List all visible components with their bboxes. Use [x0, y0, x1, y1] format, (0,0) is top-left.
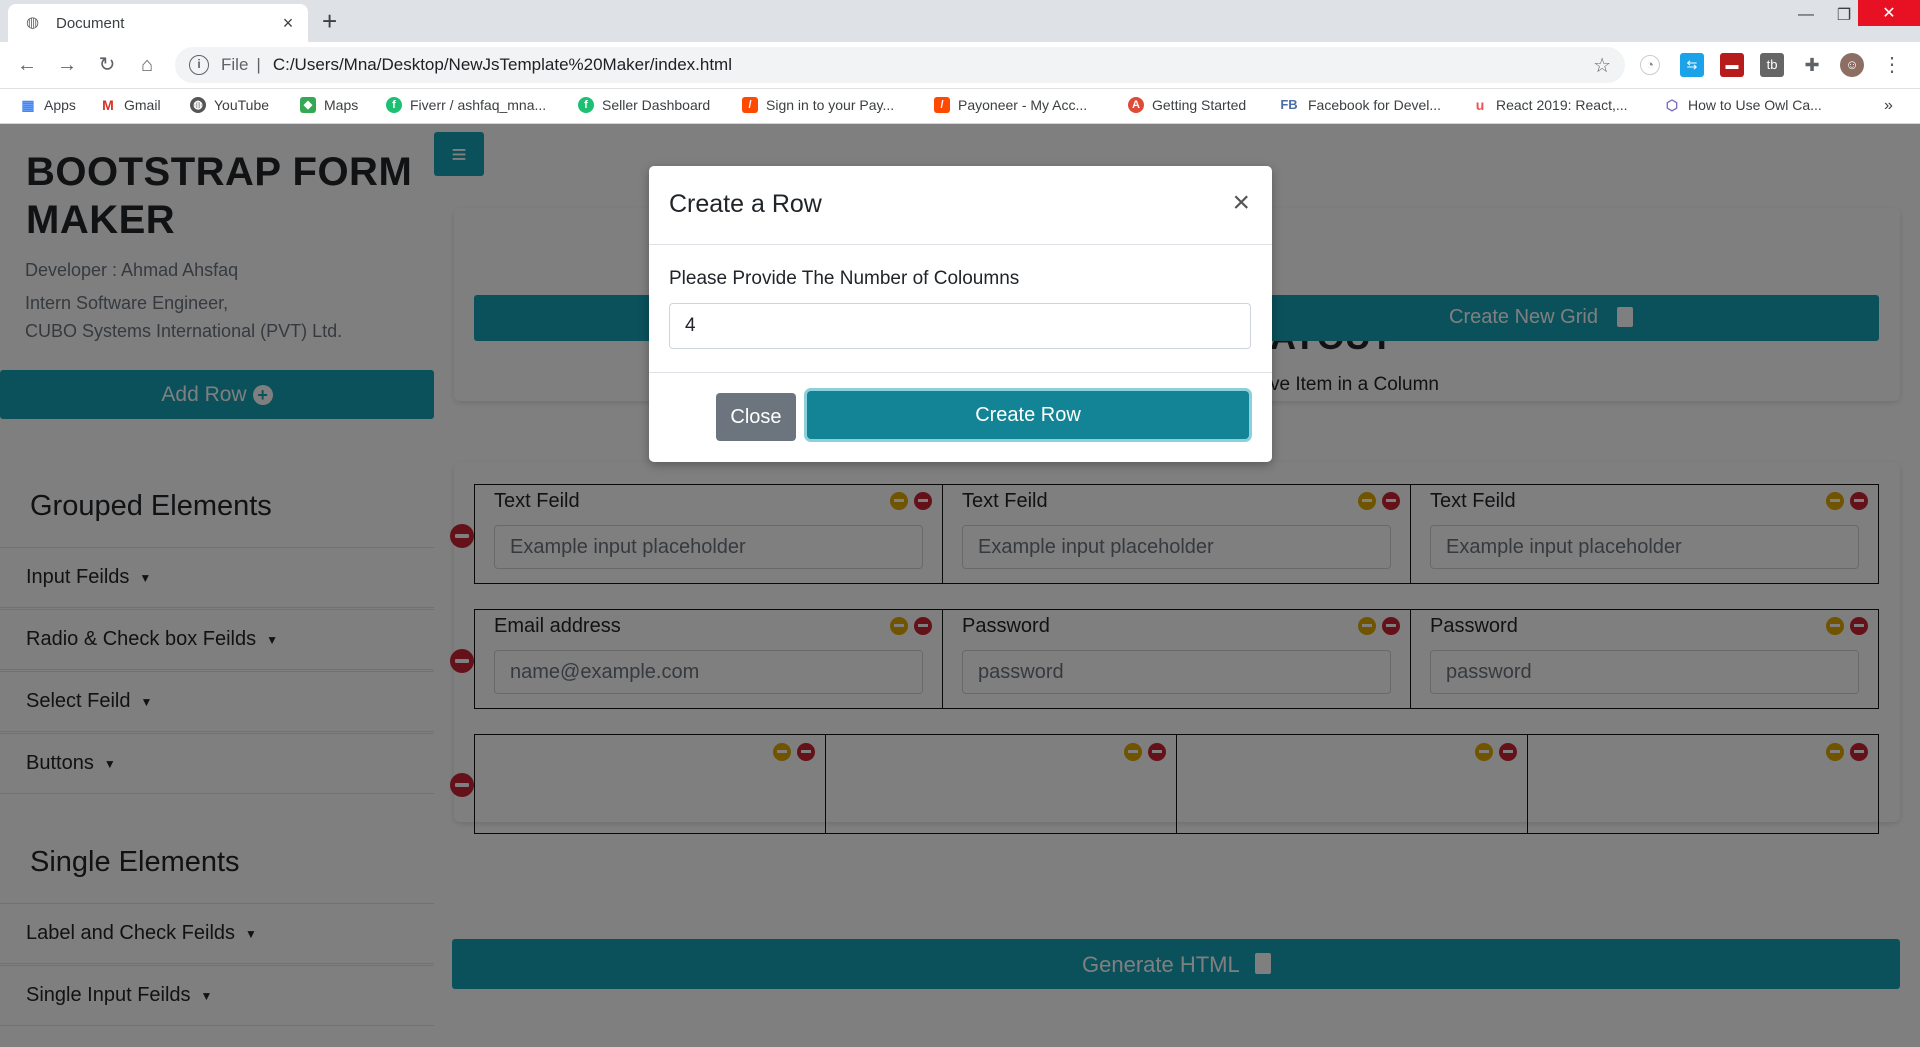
bookmark-label: Getting Started [1152, 97, 1247, 113]
reload-icon[interactable]: ↻ [94, 52, 120, 78]
browser-toolbar: ← → ↻ ⌂ i File | C:/Users/Mna/Desktop/Ne… [0, 42, 1920, 89]
bookmark-label: Fiverr / ashfaq_mna... [410, 97, 547, 113]
bookmark-getting-started[interactable]: A Getting Started [1128, 97, 1246, 113]
bookmark-label: YouTube [214, 97, 270, 113]
extension-clock-icon[interactable]: ◔ [1640, 55, 1660, 75]
maps-icon: ◆ [300, 97, 316, 113]
extension-translate-icon[interactable]: ⇆ [1680, 53, 1704, 77]
modal-title: Create a Row [669, 190, 822, 218]
fiverr-icon: f [578, 97, 594, 113]
bookmark-label: Apps [44, 97, 76, 113]
url-text: C:/Users/Mna/Desktop/NewJsTemplate%20Mak… [272, 55, 732, 74]
bookmark-payoneer-account[interactable]: / Payoneer - My Acc... [934, 97, 1087, 113]
bookmark-star-icon[interactable]: ☆ [1593, 53, 1611, 78]
gmail-icon: M [100, 97, 116, 113]
bookmark-youtube[interactable]: ◍ YouTube [190, 97, 269, 113]
forward-icon[interactable]: → [54, 52, 80, 78]
close-button[interactable]: Close [716, 393, 796, 441]
extension-chart-icon[interactable]: ▬ [1720, 53, 1744, 77]
minimize-icon[interactable]: — [1786, 0, 1826, 30]
owl-icon: ⬡ [1664, 97, 1680, 113]
url-scheme: File [221, 55, 249, 74]
new-tab-icon[interactable]: + [322, 6, 337, 36]
bookmark-payoneer-signin[interactable]: / Sign in to your Pay... [742, 97, 894, 113]
bookmark-owl-carousel[interactable]: ⬡ How to Use Owl Ca... [1664, 97, 1822, 113]
bookmark-facebook-dev[interactable]: FB Facebook for Devel... [1278, 97, 1441, 113]
avatar[interactable]: ☺ [1840, 53, 1864, 77]
bookmark-seller-dashboard[interactable]: f Seller Dashboard [578, 97, 710, 113]
url-separator: | [256, 55, 261, 74]
modal-close-icon[interactable]: × [1232, 186, 1250, 220]
bookmark-label: React 2019: React,... [1496, 97, 1628, 113]
columns-count-input[interactable]: 4 [669, 303, 1251, 349]
kebab-menu-icon[interactable]: ⋮ [1880, 53, 1904, 77]
bookmark-label: Gmail [124, 97, 161, 113]
apps-grid-icon: ▦ [20, 97, 36, 113]
address-bar[interactable]: i File | C:/Users/Mna/Desktop/NewJsTempl… [175, 47, 1625, 83]
extensions-puzzle-icon[interactable]: ✚ [1800, 53, 1824, 77]
bookmark-gmail[interactable]: M Gmail [100, 97, 161, 113]
bookmarks-overflow-icon[interactable]: » [1884, 97, 1893, 115]
browser-tab-strip: ◍ Document × + — ❐ ✕ [0, 0, 1920, 42]
modal-body: Please Provide The Number of Coloumns 4 [649, 245, 1272, 373]
create-row-modal: Create a Row × Please Provide The Number… [649, 166, 1272, 462]
home-icon[interactable]: ⌂ [134, 52, 160, 78]
bookmark-label: Maps [324, 97, 359, 113]
tab-close-icon[interactable]: × [278, 13, 298, 34]
bookmark-label: Seller Dashboard [602, 97, 711, 113]
angular-icon: A [1128, 97, 1144, 113]
bookmark-react-2019[interactable]: u React 2019: React,... [1472, 97, 1628, 113]
browser-tab[interactable]: ◍ Document × [8, 4, 308, 42]
extension-tb-icon[interactable]: tb [1760, 53, 1784, 77]
modal-header: Create a Row × [649, 166, 1272, 245]
globe-icon: ◍ [26, 14, 40, 31]
back-icon[interactable]: ← [14, 52, 40, 78]
create-row-button[interactable]: Create Row [807, 391, 1249, 439]
bookmark-fiverr[interactable]: f Fiverr / ashfaq_mna... [386, 97, 546, 113]
info-icon[interactable]: i [189, 55, 209, 75]
bookmark-label: Facebook for Devel... [1308, 97, 1442, 113]
fb-icon: FB [1278, 97, 1300, 113]
bookmark-label: Sign in to your Pay... [766, 97, 895, 113]
window-close-icon[interactable]: ✕ [1858, 0, 1920, 26]
bookmark-maps[interactable]: ◆ Maps [300, 97, 358, 113]
bookmark-label: Payoneer - My Acc... [958, 97, 1088, 113]
fiverr-icon: f [386, 97, 402, 113]
bookmark-apps[interactable]: ▦ Apps [20, 97, 76, 113]
columns-count-label: Please Provide The Number of Coloumns [669, 268, 1020, 289]
udemy-icon: u [1472, 97, 1488, 113]
bookmark-label: How to Use Owl Ca... [1688, 97, 1822, 113]
payoneer-icon: / [934, 97, 950, 113]
payoneer-icon: / [742, 97, 758, 113]
tab-title: Document [56, 14, 125, 32]
bookmarks-bar: ▦ Apps M Gmail ◍ YouTube ◆ Maps f Fiverr… [0, 89, 1920, 124]
youtube-icon: ◍ [190, 97, 206, 113]
